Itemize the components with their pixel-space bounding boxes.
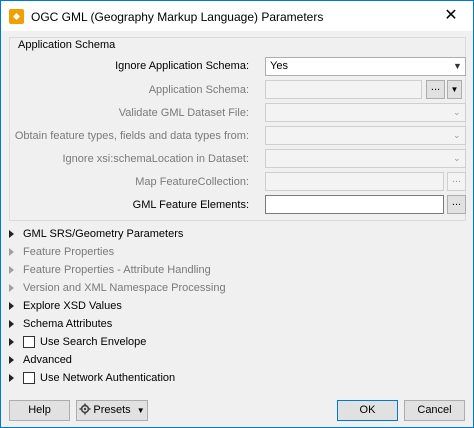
ignore-application-schema-label: Ignore Application Schema: bbox=[115, 60, 249, 72]
gml-feature-elements-label: GML Feature Elements: bbox=[132, 199, 249, 211]
gml-feature-elements-browse-button[interactable]: ... bbox=[447, 195, 466, 214]
validate-gml-select[interactable]: ⌄ bbox=[265, 103, 466, 122]
app-icon bbox=[9, 9, 24, 24]
gear-icon bbox=[79, 403, 91, 415]
help-button-label: Help bbox=[28, 404, 51, 416]
close-icon[interactable]: ✕ bbox=[429, 1, 473, 31]
application-schema-dropdown-button[interactable]: ▼ bbox=[447, 80, 462, 99]
group-label: Schema Attributes bbox=[23, 318, 113, 330]
gml-feature-elements-input[interactable] bbox=[265, 195, 444, 214]
application-schema-input[interactable] bbox=[265, 80, 422, 99]
group-version-xml-namespace[interactable]: Version and XML Namespace Processing bbox=[9, 281, 309, 297]
parameters-dialog: OGC GML (Geography Markup Language) Para… bbox=[0, 0, 474, 428]
presets-button-label: Presets bbox=[93, 404, 131, 416]
group-label: Feature Properties - Attribute Handling bbox=[23, 264, 211, 276]
group-label: Explore XSD Values bbox=[23, 300, 122, 312]
group-label: Feature Properties bbox=[23, 246, 115, 258]
group-gml-srs-geometry[interactable]: GML SRS/Geometry Parameters bbox=[9, 227, 309, 243]
group-explore-xsd-values[interactable]: Explore XSD Values bbox=[9, 299, 309, 315]
window-title: OGC GML (Geography Markup Language) Para… bbox=[31, 10, 324, 24]
group-advanced[interactable]: Advanced bbox=[9, 353, 309, 369]
application-schema-section: Application Schema Ignore Application Sc… bbox=[9, 37, 466, 221]
ignore-application-schema-select[interactable]: Yes ▼ bbox=[265, 57, 466, 76]
group-use-network-authentication[interactable]: Use Network Authentication bbox=[9, 371, 309, 387]
group-label: Version and XML Namespace Processing bbox=[23, 282, 226, 294]
cancel-button[interactable]: Cancel bbox=[404, 400, 465, 421]
help-button[interactable]: Help bbox=[9, 400, 70, 421]
chevron-down-icon: ⌄ bbox=[453, 107, 461, 117]
group-use-search-envelope[interactable]: Use Search Envelope bbox=[9, 335, 309, 351]
validate-gml-label: Validate GML Dataset File: bbox=[118, 107, 249, 119]
expand-arrow-icon bbox=[9, 356, 14, 364]
presets-button[interactable]: Presets ▼ bbox=[76, 400, 148, 421]
map-featurecollection-label: Map FeatureCollection: bbox=[135, 176, 249, 188]
chevron-down-icon: ▼ bbox=[453, 61, 462, 71]
expand-arrow-icon bbox=[9, 230, 14, 238]
group-label: GML SRS/Geometry Parameters bbox=[23, 228, 184, 240]
expand-arrow-icon bbox=[9, 302, 14, 310]
map-featurecollection-input[interactable] bbox=[265, 172, 444, 191]
obtain-feature-types-label: Obtain feature types, fields and data ty… bbox=[14, 130, 249, 142]
chevron-down-icon: ⌄ bbox=[453, 153, 461, 163]
group-label: Use Network Authentication bbox=[40, 372, 176, 384]
chevron-down-icon: ⌄ bbox=[453, 130, 461, 140]
group-feature-properties-attribute-handling[interactable]: Feature Properties - Attribute Handling bbox=[9, 263, 309, 279]
group-label: Advanced bbox=[23, 354, 72, 366]
expand-arrow-icon bbox=[9, 338, 14, 346]
chevron-down-icon: ▼ bbox=[136, 406, 145, 415]
use-network-authentication-checkbox[interactable] bbox=[23, 372, 35, 384]
group-label: Use Search Envelope bbox=[40, 336, 147, 348]
expand-arrow-icon bbox=[9, 266, 14, 274]
ignore-xsi-schemalocation-label: Ignore xsi:schemaLocation in Dataset: bbox=[62, 153, 250, 165]
section-title: Application Schema bbox=[17, 39, 117, 51]
expand-arrow-icon bbox=[9, 284, 14, 292]
group-schema-attributes[interactable]: Schema Attributes bbox=[9, 317, 309, 333]
application-schema-label: Application Schema: bbox=[148, 84, 249, 96]
expand-arrow-icon bbox=[9, 374, 14, 382]
expand-arrow-icon bbox=[9, 320, 14, 328]
chevron-down-icon: ▼ bbox=[450, 85, 459, 94]
application-schema-browse-button[interactable]: ... bbox=[426, 80, 445, 99]
ok-button[interactable]: OK bbox=[337, 400, 398, 421]
use-search-envelope-checkbox[interactable] bbox=[23, 336, 35, 348]
ok-button-label: OK bbox=[359, 404, 376, 416]
obtain-feature-types-select[interactable]: ⌄ bbox=[265, 126, 466, 145]
map-featurecollection-browse-button[interactable]: ... bbox=[447, 172, 466, 191]
expand-arrow-icon bbox=[9, 248, 14, 256]
ignore-application-schema-value: Yes bbox=[270, 60, 288, 72]
ignore-xsi-schemalocation-select[interactable]: ⌄ bbox=[265, 149, 466, 168]
title-bar: OGC GML (Geography Markup Language) Para… bbox=[1, 1, 473, 31]
cancel-button-label: Cancel bbox=[417, 404, 452, 416]
group-feature-properties[interactable]: Feature Properties bbox=[9, 245, 309, 261]
